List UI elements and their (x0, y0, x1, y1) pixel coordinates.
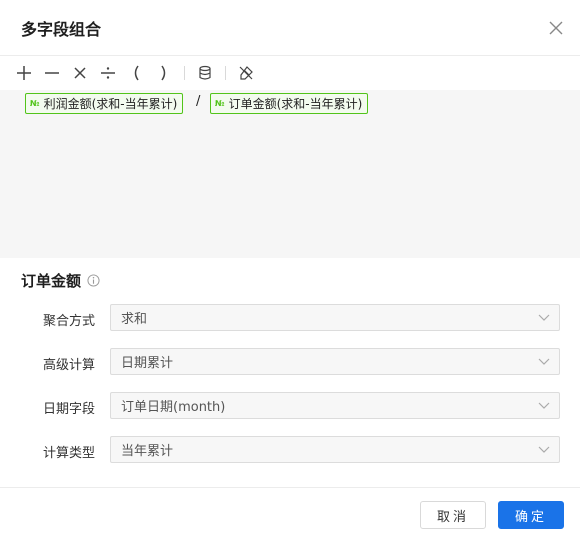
clear-format-icon (239, 66, 253, 80)
chevron-down-icon (538, 402, 550, 409)
advanced-calc-value: 日期累计 (121, 356, 174, 371)
formula-token[interactable]: № 利润金额(求和-当年累计) (25, 93, 184, 114)
plus-icon (17, 66, 31, 80)
formula-token[interactable]: № 订单金额(求和-当年累计) (210, 93, 369, 114)
info-icon[interactable] (87, 274, 100, 287)
left-paren-button[interactable] (126, 63, 146, 83)
chevron-down-icon (538, 446, 550, 453)
dialog-footer: 取消 确定 (0, 487, 580, 543)
clear-button[interactable] (236, 63, 256, 83)
formula-operator: / (196, 94, 201, 109)
calc-type-value: 当年累计 (121, 444, 174, 459)
formula-editor[interactable]: № 利润金额(求和-当年累计) / № 订单金额(求和-当年累计) (0, 90, 580, 258)
right-paren-button[interactable] (154, 63, 174, 83)
close-icon[interactable] (544, 16, 568, 40)
aggregation-value: 求和 (121, 312, 148, 327)
token-label: 订单金额(求和-当年累计) (228, 97, 363, 111)
cancel-button[interactable]: 取消 (420, 501, 486, 529)
chevron-down-icon (538, 314, 550, 321)
minus-button[interactable] (42, 63, 62, 83)
dialog-title: 多字段组合 (21, 20, 102, 39)
aggregation-select[interactable]: 求和 (110, 304, 560, 331)
calc-type-label: 计算类型 (43, 446, 96, 461)
minus-icon (45, 72, 59, 74)
left-paren-icon (134, 65, 139, 81)
divide-icon (101, 67, 115, 79)
field-config-title: 订单金额 (21, 270, 100, 291)
token-label: 利润金额(求和-当年累计) (43, 97, 178, 111)
date-field-value: 订单日期(month) (121, 400, 226, 415)
multiply-icon (74, 67, 86, 79)
advanced-calc-label: 高级计算 (43, 358, 96, 373)
number-type-icon: № (215, 99, 225, 108)
database-icon (199, 65, 211, 80)
dialog-header: 多字段组合 (0, 0, 580, 56)
field-name: 订单金额 (21, 272, 82, 290)
divide-button[interactable] (98, 63, 118, 83)
calc-type-select[interactable]: 当年累计 (110, 436, 560, 463)
field-button[interactable] (195, 63, 215, 83)
advanced-calc-select[interactable]: 日期累计 (110, 348, 560, 375)
toolbar-divider (184, 66, 185, 80)
aggregation-label: 聚合方式 (43, 314, 96, 329)
formula-dialog: 多字段组合 № 利润金额(求和-当年累计) / № 订单金额(求和-当年累计) … (0, 0, 580, 543)
chevron-down-icon (538, 358, 550, 365)
multiply-button[interactable] (70, 63, 90, 83)
operator-toolbar (0, 57, 580, 90)
confirm-button[interactable]: 确定 (498, 501, 564, 529)
date-field-select[interactable]: 订单日期(month) (110, 392, 560, 419)
number-type-icon: № (30, 99, 40, 108)
date-field-label: 日期字段 (43, 402, 96, 417)
toolbar-divider (225, 66, 226, 80)
plus-button[interactable] (14, 63, 34, 83)
right-paren-icon (161, 65, 166, 81)
